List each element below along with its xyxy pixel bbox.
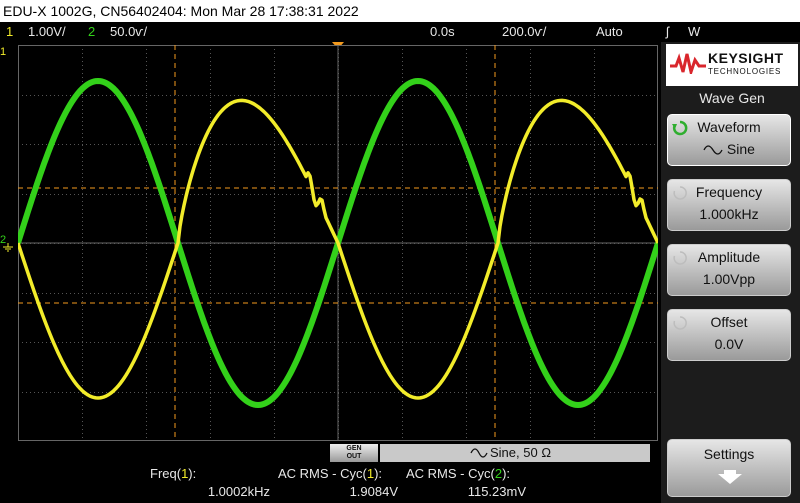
ch2-number[interactable]: 2 — [88, 22, 95, 42]
brand-name: KEYSIGHT — [708, 50, 784, 66]
softkey-label: Settings — [703, 446, 755, 462]
offset-softkey[interactable]: Offset 0.0V — [667, 309, 791, 361]
waveform-plot — [18, 45, 658, 441]
trigger-source[interactable]: W — [688, 22, 700, 42]
softkey-label: Offset — [710, 314, 748, 330]
window-title: EDU-X 1002G, CN56402404: Mon Mar 28 17:3… — [0, 0, 800, 22]
measurement-label: AC RMS - Cyc(2): — [406, 466, 511, 481]
ch1-number[interactable]: 1 — [6, 22, 13, 42]
measurement-acrms-ch1[interactable]: AC RMS - Cyc(1): 1.9084V — [270, 464, 400, 503]
settings-softkey[interactable]: Settings — [667, 439, 791, 497]
frequency-softkey[interactable]: Frequency 1.000kHz — [667, 179, 791, 231]
ground-icon — [3, 243, 13, 252]
ch1-marker[interactable]: 1 — [0, 46, 6, 58]
measurement-value: 1.0002kHz — [207, 484, 270, 499]
gen-out-line1: GEN — [346, 445, 362, 452]
gen-out-line2: OUT — [346, 453, 362, 460]
time-delay[interactable]: 0.0s — [430, 22, 455, 42]
trigger-mode[interactable]: Auto — [596, 22, 623, 42]
keysight-logo: KEYSIGHT TECHNOLOGIES — [666, 44, 798, 86]
softkey-value: Sine — [668, 141, 790, 157]
time-scale[interactable]: 200.0ѵ/ — [502, 22, 546, 42]
status-bar: 1 1.00V/ 2 50.0ѵ/ 0.0s 200.0ѵ/ Auto ʃ W — [0, 22, 800, 42]
measurement-value: 115.23mV — [467, 484, 526, 499]
wavegen-info-text: Sine, 50 Ω — [490, 445, 552, 460]
softkey-value: 0.0V — [714, 336, 744, 352]
waveform-softkey[interactable]: Waveform Sine — [667, 114, 791, 166]
menu-title: Wave Gen — [699, 90, 765, 106]
brand-subtitle: TECHNOLOGIES — [708, 67, 782, 76]
measurement-acrms-ch2[interactable]: AC RMS - Cyc(2): 115.23mV — [400, 464, 530, 503]
measurement-value: 1.9084V — [349, 484, 398, 499]
amplitude-softkey[interactable]: Amplitude 1.00Vpp — [667, 244, 791, 296]
trigger-slope-icon: ʃ — [666, 24, 669, 39]
softkey-label: Amplitude — [697, 249, 761, 265]
sine-icon — [703, 145, 723, 155]
ch1-scale[interactable]: 1.00V/ — [28, 22, 66, 42]
softkey-label: Frequency — [695, 184, 763, 200]
measurement-label: Freq(1): — [150, 466, 197, 481]
softkey-label: Waveform — [697, 119, 761, 135]
waveform-display[interactable] — [18, 45, 658, 441]
keysight-wave-icon — [670, 53, 706, 74]
sine-icon — [470, 448, 488, 458]
down-arrow-icon — [718, 470, 742, 484]
softkey-value: 1.00Vpp — [702, 271, 756, 287]
softkey-value: 1.000kHz — [699, 206, 759, 222]
wavegen-info: Sine, 50 Ω — [380, 444, 650, 462]
gen-out-button[interactable]: GEN OUT — [330, 444, 378, 462]
measurement-freq[interactable]: Freq(1): 1.0002kHz — [140, 464, 270, 503]
ch2-scale[interactable]: 50.0ѵ/ — [110, 22, 147, 42]
measurement-label: AC RMS - Cyc(1): — [278, 466, 383, 481]
